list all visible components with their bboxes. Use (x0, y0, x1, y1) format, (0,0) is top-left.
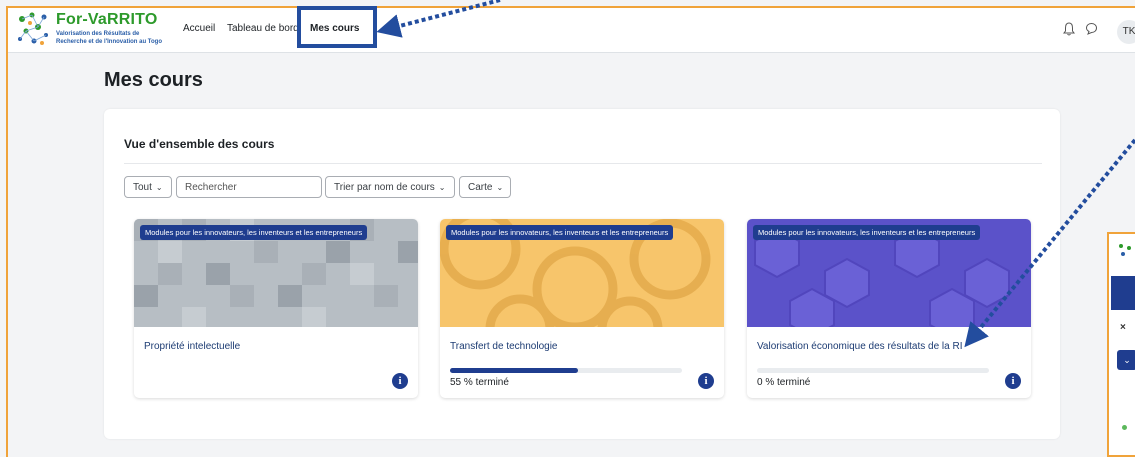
annotation-arrow (376, 0, 501, 38)
annotation-arrows (376, 0, 1135, 348)
annotation-arrow (964, 138, 1135, 348)
